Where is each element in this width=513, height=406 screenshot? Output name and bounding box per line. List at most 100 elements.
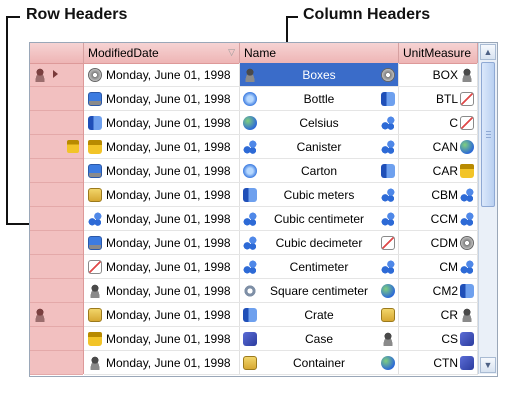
user-icon bbox=[88, 283, 102, 298]
cell-text: Monday, June 01, 1998 bbox=[106, 355, 231, 370]
cell-unitmeasure[interactable]: CS bbox=[399, 327, 478, 350]
cell-name[interactable]: Carton bbox=[240, 159, 399, 182]
cell-name[interactable]: Cubic centimeter bbox=[240, 207, 399, 230]
cell-text: Square centimeter bbox=[269, 283, 369, 298]
cell-modifieddate[interactable]: Monday, June 01, 1998 bbox=[84, 279, 240, 302]
cell-modifieddate[interactable]: Monday, June 01, 1998 bbox=[84, 159, 240, 182]
cell-modifieddate[interactable]: Monday, June 01, 1998 bbox=[84, 255, 240, 278]
cell-modifieddate[interactable]: Monday, June 01, 1998 bbox=[84, 135, 240, 158]
network-icon bbox=[381, 140, 395, 154]
cell-unitmeasure[interactable]: CM2 bbox=[399, 279, 478, 302]
cell-modifieddate[interactable]: Monday, June 01, 1998 bbox=[84, 183, 240, 206]
table-row[interactable]: Monday, June 01, 1998 Carton CAR bbox=[84, 159, 478, 183]
table-row[interactable]: Monday, June 01, 1998 Cubic meters CBM bbox=[84, 183, 478, 207]
user-icon bbox=[460, 67, 474, 82]
network-icon bbox=[460, 187, 474, 202]
column-headers-callout-line-h bbox=[286, 16, 298, 18]
table-row[interactable]: Monday, June 01, 1998 Centimeter CM bbox=[84, 255, 478, 279]
table-row[interactable]: Monday, June 01, 1998 Cubic decimeter CDM bbox=[84, 231, 478, 255]
grid-body: Monday, June 01, 1998 Boxes BOX Monday, Jun… bbox=[84, 63, 478, 376]
globe-icon bbox=[460, 139, 474, 154]
scroll-down-button[interactable]: ▼ bbox=[480, 357, 496, 373]
cell-name[interactable]: Centimeter bbox=[240, 255, 399, 278]
table-row[interactable]: Monday, June 01, 1998 Case CS bbox=[84, 327, 478, 351]
cell-unitmeasure[interactable]: CM bbox=[399, 255, 478, 278]
cell-unitmeasure[interactable]: C bbox=[399, 111, 478, 134]
row-header[interactable] bbox=[30, 303, 83, 327]
cell-modifieddate[interactable]: Monday, June 01, 1998 bbox=[84, 207, 240, 230]
cell-unitmeasure[interactable]: CCM bbox=[399, 207, 478, 230]
row-header[interactable] bbox=[30, 207, 83, 231]
data-grid[interactable]: ModifiedDate ▽ Name UnitMeasure Monday, … bbox=[29, 42, 498, 377]
cell-text: CAN bbox=[432, 139, 458, 154]
corner-cell[interactable] bbox=[30, 43, 84, 63]
table-row[interactable]: Monday, June 01, 1998 Crate CR bbox=[84, 303, 478, 327]
cell-modifieddate[interactable]: Monday, June 01, 1998 bbox=[84, 63, 240, 86]
row-header[interactable] bbox=[30, 351, 83, 375]
row-header[interactable] bbox=[30, 183, 83, 207]
row-header[interactable] bbox=[30, 159, 83, 183]
book-icon bbox=[243, 308, 257, 322]
cell-unitmeasure[interactable]: CAR bbox=[399, 159, 478, 182]
cell-name[interactable]: Cubic meters bbox=[240, 183, 399, 206]
cell-name[interactable]: Container bbox=[240, 351, 399, 374]
cell-name[interactable]: Bottle bbox=[240, 87, 399, 110]
table-row[interactable]: Monday, June 01, 1998 Cubic centimeter CCM bbox=[84, 207, 478, 231]
cell-modifieddate[interactable]: Monday, June 01, 1998 bbox=[84, 351, 240, 374]
filter-icon[interactable]: ▽ bbox=[228, 47, 235, 58]
cell-modifieddate[interactable]: Monday, June 01, 1998 bbox=[84, 327, 240, 350]
row-header[interactable] bbox=[30, 279, 83, 303]
cell-text: Monday, June 01, 1998 bbox=[106, 307, 231, 322]
row-header[interactable] bbox=[30, 327, 83, 351]
vertical-scrollbar[interactable]: ▲ ▼ bbox=[478, 43, 497, 374]
cell-modifieddate[interactable]: Monday, June 01, 1998 bbox=[84, 303, 240, 326]
scroll-up-button[interactable]: ▲ bbox=[480, 44, 496, 60]
row-header[interactable] bbox=[30, 87, 83, 111]
cell-unitmeasure[interactable]: CTN bbox=[399, 351, 478, 374]
globe-icon bbox=[381, 356, 395, 370]
cell-text: CBM bbox=[431, 187, 458, 202]
column-header-name[interactable]: Name bbox=[240, 43, 399, 63]
cell-unitmeasure[interactable]: CBM bbox=[399, 183, 478, 206]
cell-unitmeasure[interactable]: CDM bbox=[399, 231, 478, 254]
cell-text: Bottle bbox=[303, 91, 335, 106]
network-icon bbox=[460, 259, 474, 274]
row-user-icon bbox=[33, 308, 47, 322]
column-header-unitmeasure[interactable]: UnitMeasure bbox=[399, 43, 478, 63]
globe-icon bbox=[243, 116, 257, 130]
disk-icon bbox=[460, 235, 474, 250]
row-header[interactable] bbox=[30, 63, 83, 87]
table-row[interactable]: Monday, June 01, 1998 Bottle BTL bbox=[84, 87, 478, 111]
cell-modifieddate[interactable]: Monday, June 01, 1998 bbox=[84, 231, 240, 254]
cell-name[interactable]: Cubic decimeter bbox=[240, 231, 399, 254]
cell-modifieddate[interactable]: Monday, June 01, 1998 bbox=[84, 111, 240, 134]
row-header[interactable] bbox=[30, 231, 83, 255]
lock-icon bbox=[88, 139, 102, 154]
monitor-icon bbox=[88, 163, 102, 178]
cell-name[interactable]: Crate bbox=[240, 303, 399, 326]
table-row[interactable]: Monday, June 01, 1998 Celsius C bbox=[84, 111, 478, 135]
row-header[interactable] bbox=[30, 255, 83, 279]
table-row[interactable]: Monday, June 01, 1998 Canister CAN bbox=[84, 135, 478, 159]
cell-modifieddate[interactable]: Monday, June 01, 1998 bbox=[84, 87, 240, 110]
row-header[interactable] bbox=[30, 111, 83, 135]
lock-icon bbox=[88, 331, 102, 346]
cell-name[interactable]: Celsius bbox=[240, 111, 399, 134]
book-icon bbox=[243, 188, 257, 202]
book-icon bbox=[381, 164, 395, 178]
cell-name[interactable]: Boxes bbox=[240, 63, 399, 86]
scroll-thumb[interactable] bbox=[481, 62, 495, 207]
cell-unitmeasure[interactable]: CAN bbox=[399, 135, 478, 158]
cell-unitmeasure[interactable]: BTL bbox=[399, 87, 478, 110]
cell-name[interactable]: Canister bbox=[240, 135, 399, 158]
cell-name[interactable]: Case bbox=[240, 327, 399, 350]
cell-unitmeasure[interactable]: CR bbox=[399, 303, 478, 326]
table-row[interactable]: Monday, June 01, 1998 Container CTN bbox=[84, 351, 478, 375]
column-header-modifieddate[interactable]: ModifiedDate ▽ bbox=[84, 43, 240, 63]
cell-text: Celsius bbox=[299, 115, 339, 130]
cell-name[interactable]: Square centimeter bbox=[240, 279, 399, 302]
row-header[interactable] bbox=[30, 135, 83, 159]
table-row[interactable]: Monday, June 01, 1998 Square centimeter CM… bbox=[84, 279, 478, 303]
cell-unitmeasure[interactable]: BOX bbox=[399, 63, 478, 86]
table-row[interactable]: Monday, June 01, 1998 Boxes BOX bbox=[84, 63, 478, 87]
